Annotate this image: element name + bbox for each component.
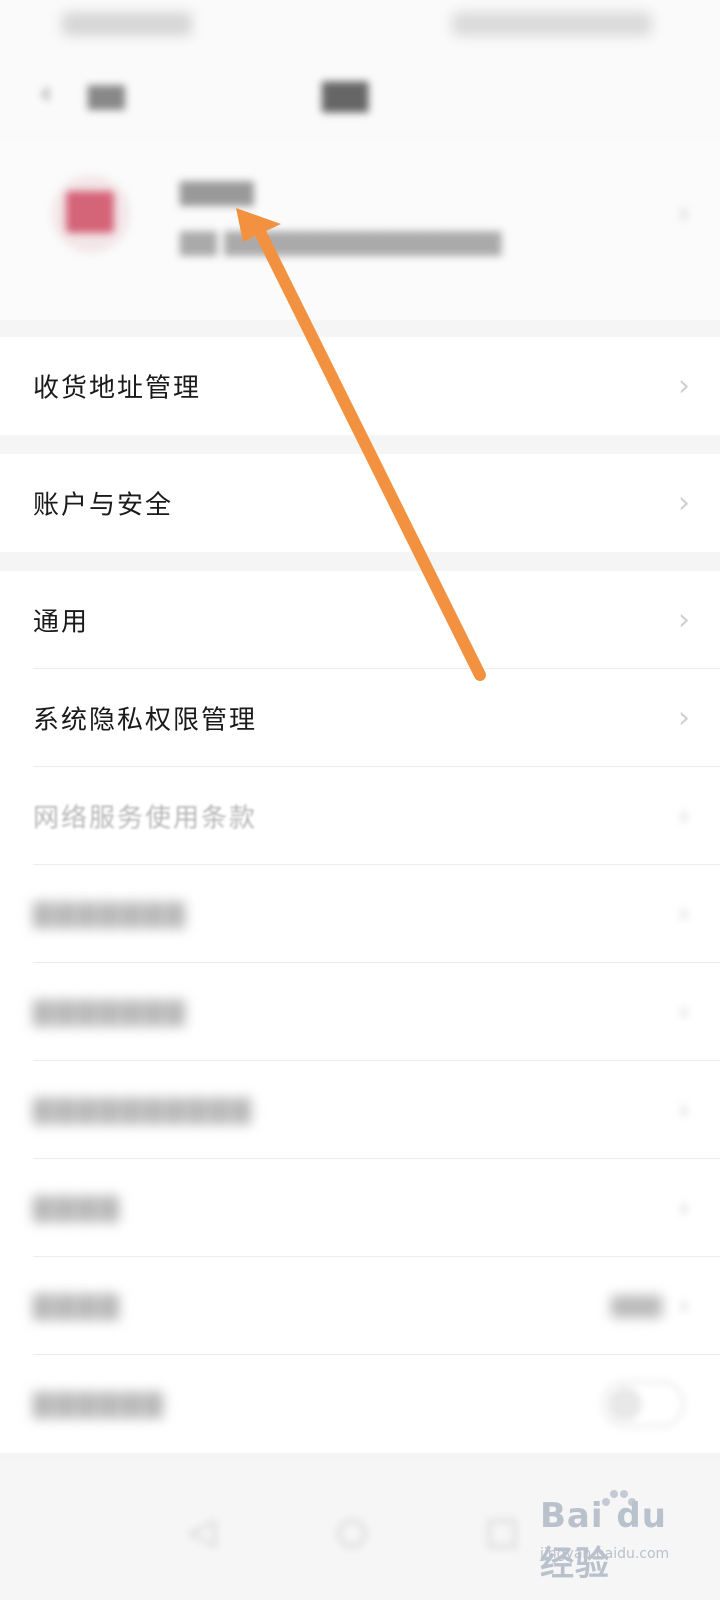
row-privacy-permissions[interactable]: 系统隐私权限管理 › [0, 669, 720, 767]
watermark-url: jingyan.baidu.com [540, 1546, 670, 1562]
header: ‹ ▇▇ ▇▇ [0, 50, 720, 140]
page-title: ▇▇ [322, 78, 369, 113]
chevron-right-icon: › [678, 1288, 690, 1324]
row-label: ▇▇▇▇▇▇▇ [33, 997, 187, 1027]
row-address[interactable]: 收货地址管理 › [0, 337, 720, 435]
row-label: 账户与安全 [33, 490, 174, 521]
chevron-right-icon: › [678, 602, 690, 638]
row-blurred[interactable]: ▇▇▇▇▇▇▇ › [0, 963, 720, 1061]
row-blurred[interactable]: ▇▇▇▇ ▇▇▇ › [0, 1257, 720, 1355]
chevron-right-icon: › [678, 700, 690, 736]
chevron-right-icon: › [678, 994, 690, 1030]
baidu-jingyan-watermark: Bai du 经验 jingyan.baidu.com [540, 1488, 710, 1584]
row-blurred-toggle[interactable]: ▇▇▇▇▇▇ [0, 1355, 720, 1453]
status-bar [0, 0, 720, 50]
username: ▇▇ ▇▇▇▇▇▇▇▇▇▇▇▇▇▇▇ [180, 228, 502, 256]
row-label: 通用 [33, 607, 90, 638]
back-button[interactable]: ‹ [40, 76, 52, 111]
avatar[interactable] [52, 175, 130, 253]
toggle-switch[interactable] [602, 1381, 684, 1427]
row-general[interactable]: 通用 › [0, 571, 720, 669]
row-account-security[interactable]: 账户与安全 › [0, 454, 720, 552]
row-blurred[interactable]: ▇▇▇▇▇▇▇ › [0, 865, 720, 963]
row-label: 网络服务使用条款 [33, 803, 258, 834]
chevron-right-icon: › [678, 485, 690, 521]
row-label: ▇▇▇▇ [33, 1193, 121, 1223]
chevron-right-icon: › [678, 196, 690, 231]
row-blurred[interactable]: ▇▇▇▇ › [0, 1159, 720, 1257]
chevron-right-icon: › [678, 1092, 690, 1128]
row-label: ▇▇▇▇▇▇ [33, 1389, 165, 1419]
row-label: ▇▇▇▇▇▇▇ [33, 899, 187, 929]
row-label: ▇▇▇▇▇▇▇▇▇▇ [33, 1095, 253, 1125]
chevron-right-icon: › [678, 896, 690, 932]
watermark-brand: Bai du 经验 [540, 1496, 667, 1584]
row-blurred[interactable]: ▇▇▇▇▇▇▇▇▇▇ › [0, 1061, 720, 1159]
chevron-right-icon: › [678, 1190, 690, 1226]
row-label: ▇▇▇▇ [33, 1291, 121, 1321]
chevron-right-icon: › [678, 368, 690, 404]
row-label: 系统隐私权限管理 [33, 705, 258, 736]
profile-card[interactable]: ▇▇▇▇ ▇▇ ▇▇▇▇▇▇▇▇▇▇▇▇▇▇▇ › [0, 140, 720, 320]
status-bar-left [62, 12, 192, 36]
avatar-logo [66, 191, 114, 233]
nav-back-icon[interactable]: ◁ [180, 1510, 224, 1554]
nav-recents-icon[interactable]: □ [480, 1510, 524, 1554]
row-label: 收货地址管理 [33, 373, 202, 404]
status-bar-right [452, 12, 652, 36]
back-label[interactable]: ▇▇ [88, 82, 125, 110]
row-value: ▇▇▇ [611, 1293, 662, 1319]
nickname: ▇▇▇▇ [180, 178, 254, 206]
nav-home-icon[interactable]: ○ [330, 1510, 374, 1554]
chevron-right-icon: › [678, 798, 690, 834]
row-terms[interactable]: 网络服务使用条款 › [0, 767, 720, 865]
